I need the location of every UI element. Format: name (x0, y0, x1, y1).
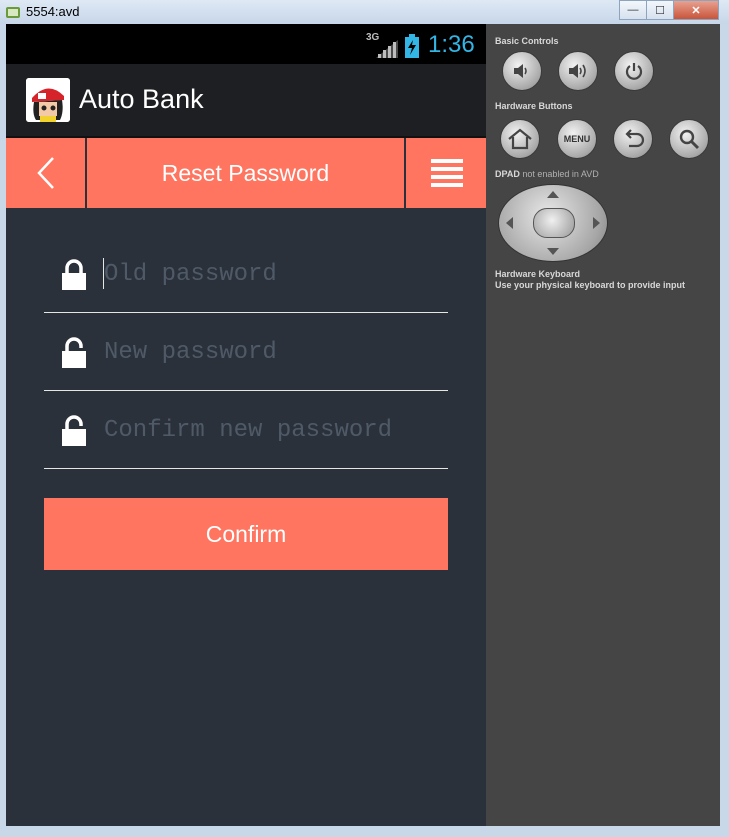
chevron-left-icon (36, 157, 54, 189)
confirm-button[interactable]: Confirm (44, 498, 448, 570)
minimize-button[interactable]: — (619, 0, 647, 20)
search-icon (679, 129, 700, 150)
hardware-keyboard-info: Hardware Keyboard Use your physical keyb… (495, 269, 685, 291)
new-password-field (44, 314, 448, 391)
maximize-button[interactable]: ☐ (646, 0, 674, 20)
dpad-control[interactable] (498, 184, 608, 262)
lock-open-icon (62, 415, 86, 446)
menu-icon (431, 159, 463, 187)
close-button[interactable]: ✕ (673, 0, 719, 20)
dpad-note: not enabled in AVD (522, 169, 599, 179)
hardware-buttons-label: Hardware Buttons (495, 101, 573, 111)
window-frame-bottom (0, 826, 729, 837)
window-titlebar: 5554:avd — ☐ ✕ (0, 0, 729, 24)
status-time: 1:36 (428, 31, 475, 58)
app-logo (26, 78, 70, 122)
menu-button[interactable] (404, 138, 486, 208)
header-bar: Reset Password (6, 138, 486, 208)
power-icon (625, 63, 643, 80)
home-icon (508, 128, 532, 150)
dpad-center-button[interactable] (533, 208, 575, 238)
volume-up-icon (569, 64, 586, 78)
status-bar: 3G 1:36 (6, 24, 486, 64)
lock-closed-icon (62, 259, 86, 290)
android-app-icon (6, 7, 20, 18)
confirm-password-field (44, 392, 448, 469)
old-password-input[interactable] (104, 256, 434, 292)
avatar-icon (26, 78, 70, 122)
window-frame-right (720, 24, 729, 837)
back-arrow-icon (625, 129, 645, 148)
volume-down-icon (514, 64, 527, 78)
dpad-label: DPAD not enabled in AVD (495, 169, 599, 179)
device-screen: 3G 1:36 Auto Bank Reset Password Confirm (6, 24, 486, 826)
emulator-control-panel: Basic Controls Hardware Buttons MENU DPA… (486, 24, 720, 826)
keyboard-note: Use your physical keyboard to provide in… (495, 280, 686, 290)
window-title: 5554:avd (26, 4, 80, 19)
volume-down-button[interactable] (502, 51, 542, 91)
keyboard-title: Hardware Keyboard (495, 269, 581, 279)
action-bar: Auto Bank (6, 64, 486, 138)
basic-controls-label: Basic Controls (495, 36, 559, 46)
home-button[interactable] (500, 119, 540, 159)
menu-hw-button[interactable]: MENU (557, 119, 597, 159)
back-button[interactable] (6, 138, 87, 208)
window-controls: — ☐ ✕ (619, 0, 719, 20)
confirm-password-input[interactable] (104, 412, 434, 448)
signal-icon (376, 40, 398, 58)
volume-up-button[interactable] (558, 51, 598, 91)
old-password-field (44, 236, 448, 313)
page-title: Reset Password (161, 159, 330, 186)
back-hw-button[interactable] (613, 119, 653, 159)
new-password-input[interactable] (104, 334, 434, 370)
power-button[interactable] (614, 51, 654, 91)
search-hw-button[interactable] (669, 119, 709, 159)
lock-open-icon (62, 337, 86, 368)
battery-charging-icon (405, 34, 419, 58)
app-title: Auto Bank (79, 84, 204, 114)
dpad-label-text: DPAD (495, 169, 520, 179)
